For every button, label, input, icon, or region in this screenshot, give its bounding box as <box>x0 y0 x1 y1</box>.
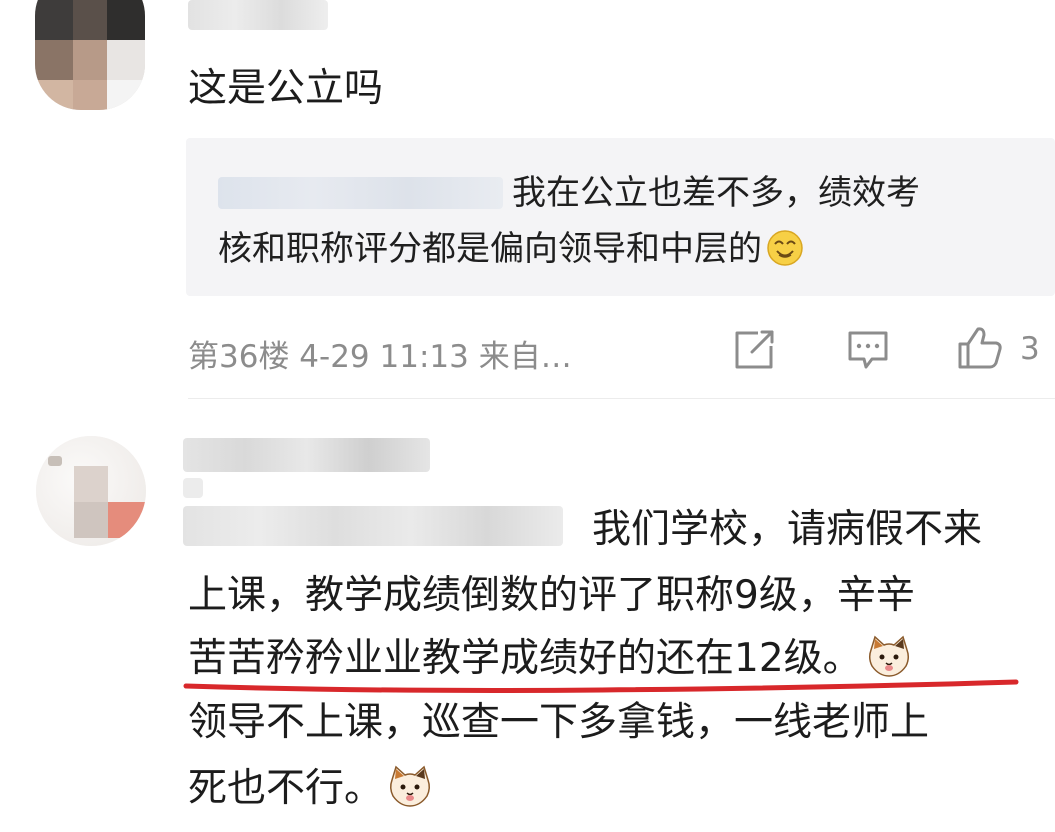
divider <box>188 398 1055 399</box>
cat-emoji-icon <box>390 765 431 807</box>
comment-text-line-4: 领导不上课，巡查一下多拿钱，一线老师上 <box>188 700 930 745</box>
quoted-text-line-1: 我在公立也差不多，绩效考 <box>512 173 920 213</box>
like-count: 3 <box>1020 331 1040 367</box>
comment-text-line-2: 上课，教学成绩倒数的评了职称9级，辛辛 <box>188 573 915 618</box>
comment-text-line-5: 死也不行。 <box>188 758 433 820</box>
comment-text-line-1: 我们学校，请病假不来 <box>592 507 983 552</box>
quoted-username-blurred[interactable] <box>218 177 503 209</box>
avatar[interactable] <box>36 436 146 546</box>
comment-meta: 第36楼 4-29 11:13 来自… <box>188 339 572 375</box>
quoted-text-line-2: 核和职称评分都是偏向领导和中层的 <box>218 220 804 278</box>
thumbs-up-icon[interactable] <box>956 325 1004 371</box>
share-icon[interactable] <box>732 328 776 372</box>
avatar[interactable] <box>35 0 145 110</box>
comment-text: 这是公立吗 <box>188 66 384 111</box>
cat-emoji-icon <box>868 635 909 677</box>
reply-to-blurred[interactable] <box>183 506 563 546</box>
username-blurred[interactable] <box>183 438 430 472</box>
username-blurred[interactable] <box>188 0 328 30</box>
comment-icon[interactable] <box>846 328 890 372</box>
smile-emoji-icon <box>767 229 803 266</box>
user-badge-blurred[interactable] <box>183 478 203 498</box>
